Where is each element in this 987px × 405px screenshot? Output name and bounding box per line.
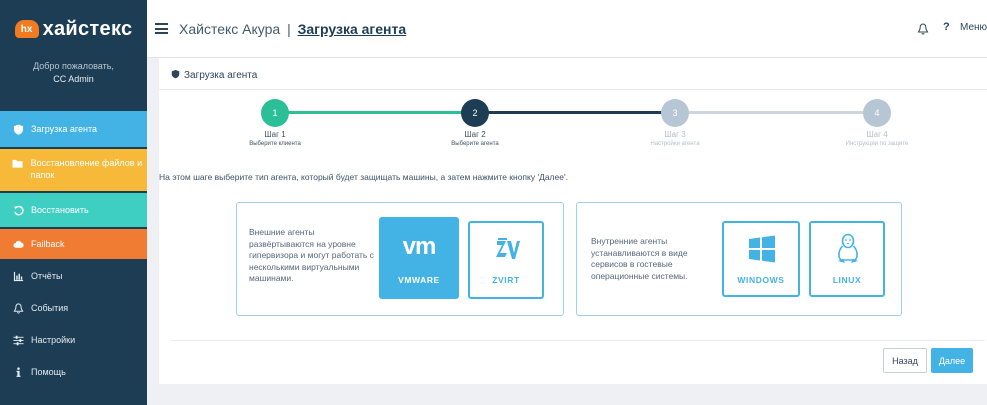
- welcome-greeting: Добро пожаловать,: [33, 61, 114, 71]
- page-title: Хайстекс Акура | Загрузка агента: [179, 21, 406, 37]
- step-2: 2 Шаг 2 Выберите агента: [415, 99, 535, 147]
- shield-icon: [12, 123, 24, 135]
- breadcrumb-label: Загрузка агента: [184, 70, 258, 81]
- tile-label: WINDOWS: [737, 275, 785, 285]
- current-page-title[interactable]: Загрузка агента: [298, 21, 407, 37]
- top-header: Хайстекс Акура | Загрузка агента ? Меню: [147, 0, 987, 58]
- divider: [171, 340, 985, 341]
- folder-icon: [12, 157, 24, 169]
- sidebar-item-label: Помощь: [31, 367, 66, 377]
- breadcrumb: Загрузка агента: [171, 69, 257, 82]
- external-agents-group: Внешние агенты развёртываются на уровне …: [236, 202, 564, 316]
- tile-label: LINUX: [832, 275, 862, 285]
- main-card: Загрузка агента 1 Шаг 1 Выберите клиента…: [159, 58, 987, 384]
- internal-agents-group: Внутренние агенты устанавливаются в виде…: [576, 202, 902, 316]
- sidebar-item-settings[interactable]: Настройки: [0, 325, 147, 355]
- step-circle: 2: [461, 99, 489, 127]
- help-button[interactable]: ?: [943, 21, 950, 33]
- shield-icon: [171, 69, 180, 82]
- sidebar-item-label: Восстановить: [31, 205, 89, 215]
- logo-mark: hx: [14, 20, 39, 38]
- linux-icon: [834, 233, 862, 265]
- sidebar-item-events[interactable]: События: [0, 293, 147, 323]
- vmware-tile[interactable]: vm VMWARE: [379, 217, 459, 299]
- step-subtitle: Инструкции по защите: [845, 141, 909, 147]
- sidebar-item-label: Отчёты: [31, 271, 63, 281]
- step-circle: 1: [261, 99, 289, 127]
- sidebar-item-reports[interactable]: Отчёты: [0, 261, 147, 291]
- back-button[interactable]: Назад: [883, 348, 927, 373]
- tile-label: VMWARE: [398, 275, 440, 285]
- sidebar-item-label: Восстановление файлов и папок: [30, 158, 143, 180]
- sidebar-item-label: Загрузка агента: [31, 124, 97, 134]
- welcome-user: CC Admin: [53, 74, 94, 84]
- title-separator: |: [287, 21, 291, 37]
- bar-chart-icon: [12, 270, 24, 282]
- logo-text: хайстекс: [42, 17, 133, 40]
- restore-icon: [12, 204, 24, 216]
- step-subtitle: Выберите агента: [451, 141, 499, 147]
- linux-tile[interactable]: LINUX: [809, 221, 885, 297]
- step-title: Шаг 4: [866, 130, 888, 139]
- sidebar-item-help[interactable]: Помощь: [0, 357, 147, 387]
- next-button[interactable]: Далее: [931, 348, 973, 373]
- sidebar-item-label: Настройки: [31, 335, 76, 345]
- step-subtitle: Выберите клиента: [249, 141, 301, 147]
- zvirt-tile[interactable]: ZVIRT: [468, 221, 544, 299]
- zvirt-icon: [495, 237, 521, 263]
- sidebar-item-restore[interactable]: Восстановить: [0, 193, 147, 227]
- step-subtitle: Настройки агента: [650, 141, 700, 147]
- sidebar: hx хайстекс Добро пожаловать, CC Admin З…: [0, 0, 147, 405]
- sidebar-item-label: События: [31, 303, 69, 313]
- sidebar-item-label: Failback: [31, 239, 65, 249]
- windows-tile[interactable]: WINDOWS: [722, 221, 800, 297]
- welcome-block: Добро пожаловать, CC Admin: [0, 58, 147, 110]
- divider: [159, 89, 987, 90]
- tile-label: ZVIRT: [492, 275, 520, 285]
- sidebar-item-file-restore[interactable]: Восстановление файлов и папок: [0, 149, 147, 191]
- bell-icon: [12, 302, 24, 314]
- step-title: Шаг 3: [664, 130, 686, 139]
- hamburger-menu-icon[interactable]: [155, 23, 168, 34]
- instruction-text: На этом шаге выберите тип агента, которы…: [159, 172, 568, 182]
- cloud-icon: [12, 238, 24, 250]
- app-title: Хайстекс Акура: [179, 21, 281, 37]
- sidebar-item-agent-download[interactable]: Загрузка агента: [0, 111, 147, 147]
- windows-icon: [748, 235, 776, 263]
- logo: hx хайстекс: [0, 0, 147, 58]
- step-3: 3 Шаг 3 Настройки агента: [615, 99, 735, 147]
- internal-agents-description: Внутренние агенты устанавливаются в виде…: [591, 236, 688, 281]
- step-circle: 4: [863, 99, 891, 127]
- step-4: 4 Шаг 4 Инструкции по защите: [817, 99, 937, 147]
- sidebar-item-failback[interactable]: Failback: [0, 229, 147, 259]
- info-icon: [12, 366, 24, 378]
- menu-link[interactable]: Меню: [960, 22, 987, 33]
- sliders-icon: [12, 334, 24, 346]
- notifications-bell-icon[interactable]: [917, 22, 929, 35]
- external-agents-description: Внешние агенты развёртываются на уровне …: [249, 227, 374, 283]
- step-title: Шаг 2: [464, 130, 486, 139]
- step-title: Шаг 1: [264, 130, 286, 139]
- step-1: 1 Шаг 1 Выберите клиента: [215, 99, 335, 147]
- vmware-logo-icon: vm: [402, 233, 437, 260]
- step-circle: 3: [661, 99, 689, 127]
